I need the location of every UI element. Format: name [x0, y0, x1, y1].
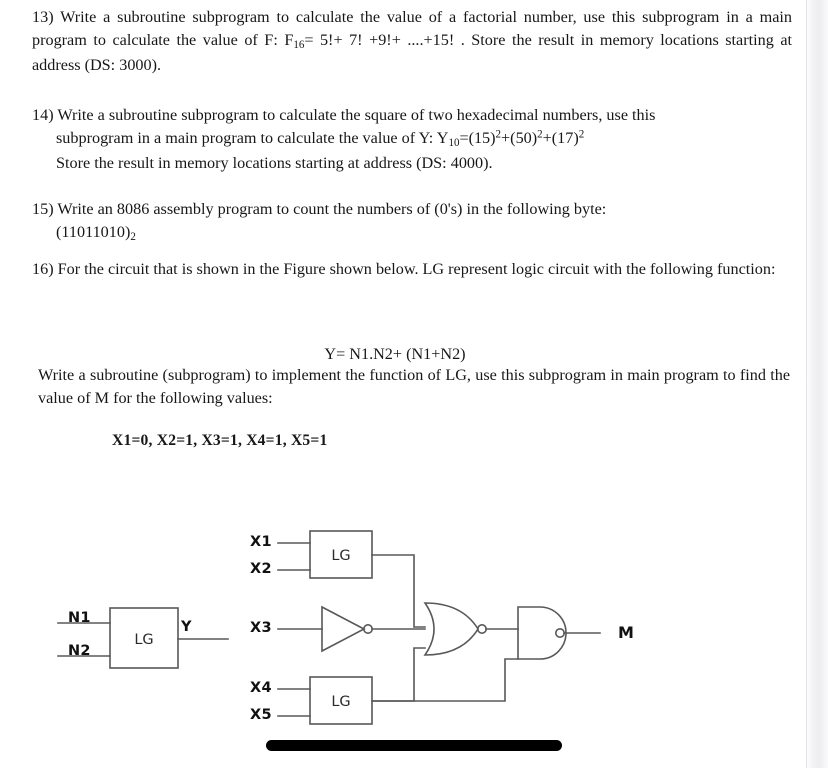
lg-block-reference-label: LG	[134, 632, 153, 648]
question-16-body: Write a subroutine (subprogram) to imple…	[38, 364, 790, 410]
q14-sup3: 2	[578, 128, 585, 141]
nor-gate-body	[423, 602, 479, 656]
label-m: M	[618, 623, 635, 642]
label-x3: X3	[250, 620, 272, 636]
q16-body1: Write a subroutine (subprogram) to imple…	[38, 366, 660, 384]
q15-line1: Write an 8086 assembly program to count …	[57, 200, 607, 218]
question-15: 15) Write an 8086 assembly program to co…	[32, 198, 790, 246]
q16-number: 16)	[32, 260, 54, 278]
input-values-list: X1=0, X2=1, X3=1, X4=1, X5=1	[112, 432, 328, 449]
q13-line2-post: = 5!+ 7! +9!+ ....+15! . Store the	[304, 31, 532, 49]
q14-number: 14)	[32, 106, 54, 124]
label-x1: X1	[250, 534, 272, 550]
q14-line2-pre: subprogram in a main program to calculat…	[56, 129, 449, 147]
nand-gate-body	[517, 606, 567, 660]
question-14: 14) Write a subroutine subprogram to cal…	[32, 104, 790, 175]
wire-lg2-to-nand	[371, 658, 519, 702]
label-x2: X2	[250, 561, 272, 577]
nor-gate-bubble	[476, 624, 487, 635]
lg-block-1-label: LG	[331, 548, 350, 564]
lg-block-2-label: LG	[331, 694, 350, 710]
q13-subscript: 16	[293, 39, 305, 52]
q13-line1: Write a subroutine subprogram to calcula…	[60, 8, 636, 26]
page-edge-line	[806, 0, 807, 768]
q14-line2-post: =(15)	[459, 129, 496, 147]
page-edge-shadow	[806, 0, 828, 768]
wire-lg1-to-nor	[371, 554, 426, 628]
label-n2: N2	[68, 643, 91, 659]
q15-line2: (11011010)2	[32, 221, 790, 246]
label-x5: X5	[250, 707, 272, 723]
q14-line2: subprogram in a main program to calculat…	[32, 127, 790, 152]
redaction-bar	[266, 740, 562, 751]
not-gate-triangle	[321, 605, 366, 653]
q16-line2: following function:	[650, 260, 776, 278]
q14-subscript: 10	[448, 137, 460, 150]
q15-base-subscript: 2	[130, 231, 136, 244]
nand-gate-bubble	[554, 628, 565, 639]
circuit-svg: LG LG LG	[57, 530, 601, 725]
logic-circuit-figure: LG LG LG N1 N2 Y X1 X2 X3 X4 X5 M	[0, 515, 800, 765]
q15-byte-value: (11011010)	[56, 223, 131, 241]
label-x4: X4	[250, 680, 272, 696]
document-page: 13) Write a subroutine subprogram to cal…	[0, 0, 828, 768]
label-n1: N1	[68, 610, 91, 626]
q14-line2-mid1: +(50)	[501, 129, 538, 147]
question-16: 16) For the circuit that is shown in the…	[32, 258, 790, 281]
q13-number: 13)	[32, 8, 54, 26]
q14-line2-mid2: +(17)	[542, 129, 579, 147]
question-13: 13) Write a subroutine subprogram to cal…	[32, 6, 792, 77]
lg-function-formula: Y= N1.N2+ (N1+N2)	[324, 345, 466, 363]
wire-lg2-to-nor	[371, 647, 426, 702]
q14-line1: Write a subroutine subprogram to calcula…	[57, 106, 656, 124]
q14-line3: Store the result in memory locations sta…	[56, 153, 493, 172]
q16-line1: For the circuit that is shown in the Fig…	[57, 260, 646, 278]
q15-number: 15)	[32, 200, 54, 218]
label-y: Y	[181, 619, 192, 635]
